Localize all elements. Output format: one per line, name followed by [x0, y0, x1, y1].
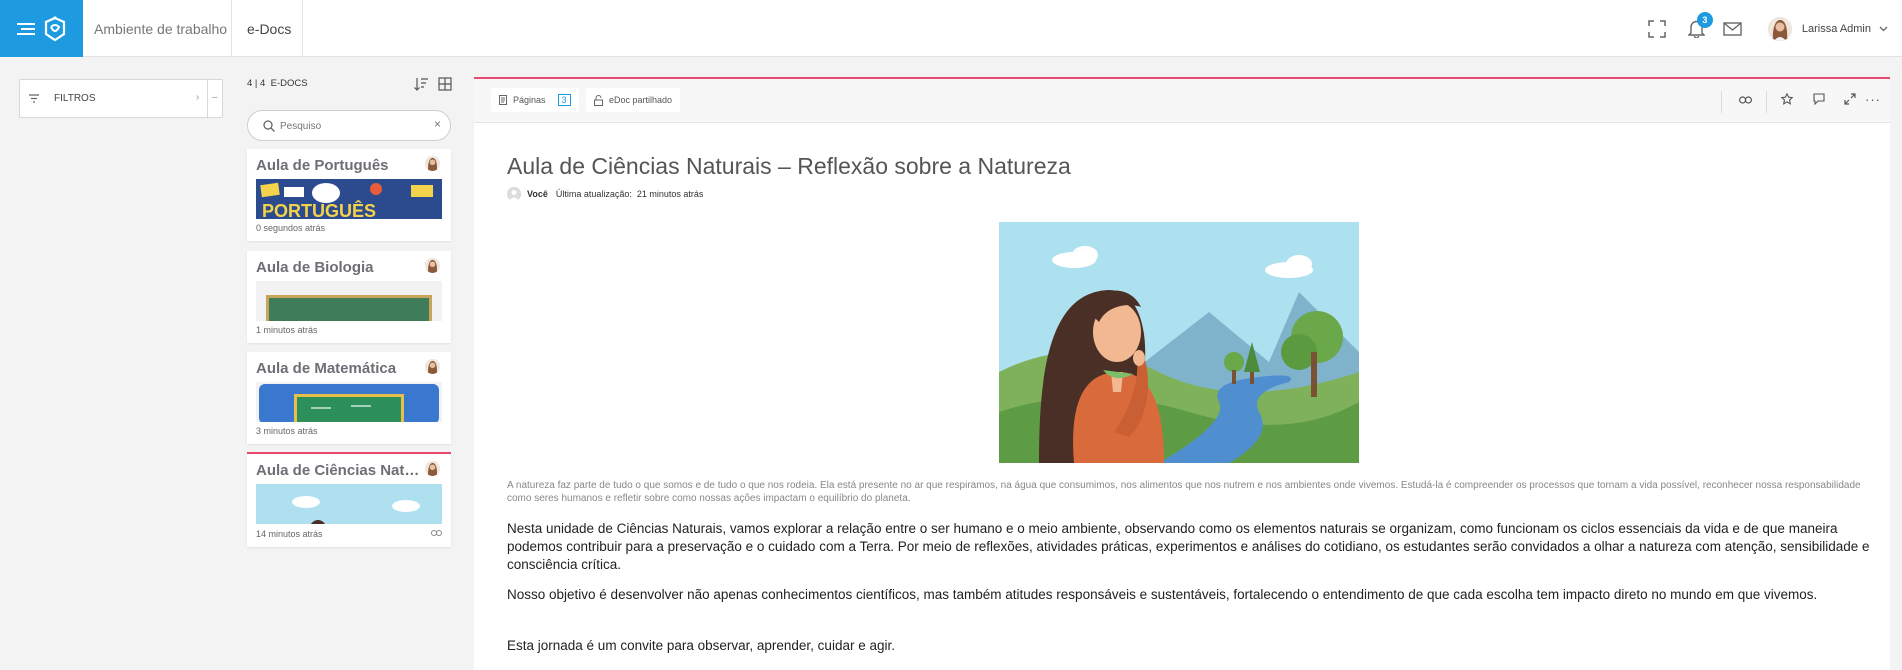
main-menu-button[interactable]	[0, 0, 83, 57]
mail-icon[interactable]	[1723, 21, 1742, 36]
document-toolbar: Páginas 3 eDoc partilhado ···	[474, 79, 1890, 123]
filter-icon	[29, 94, 39, 103]
top-actions: 3 Larissa Admin	[1648, 0, 1902, 57]
user-name[interactable]: Larissa Admin	[1802, 23, 1871, 35]
notifications-button[interactable]: 3	[1687, 12, 1713, 38]
edoc-card[interactable]: Aula de Português PORTUGUÊS 0 segundos a…	[247, 149, 451, 241]
search-input[interactable]	[280, 118, 420, 134]
author-avatar	[425, 156, 440, 171]
collapse-icon[interactable]: –	[212, 92, 218, 103]
edoc-card-time: 1 minutos atrás	[256, 325, 318, 335]
toolbar-divider	[1766, 91, 1767, 113]
document-meta: Você Última atualização: 21 minutos atrá…	[507, 187, 703, 201]
breadcrumb-section[interactable]: e-Docs	[247, 0, 291, 57]
unlock-icon	[594, 94, 603, 106]
edoc-card-selected[interactable]: Aula de Ciências Naturais – Reflexão sob…	[247, 452, 451, 547]
document-author: Você	[527, 189, 548, 199]
link-icon[interactable]	[1739, 95, 1752, 105]
fullscreen-icon[interactable]	[1648, 19, 1666, 38]
search-icon	[263, 120, 275, 132]
svg-text:PORTUGUÊS: PORTUGUÊS	[262, 200, 376, 219]
toolbar-divider	[1721, 91, 1722, 113]
filters-divider	[207, 80, 208, 117]
edoc-card-time: 14 minutos atrás	[256, 529, 323, 539]
author-avatar	[425, 359, 440, 374]
comment-icon[interactable]	[1813, 93, 1825, 105]
breadcrumb-divider	[231, 0, 232, 57]
body-paragraph: Nesta unidade de Ciências Naturais, vamo…	[507, 521, 1870, 572]
author-avatar	[507, 187, 521, 201]
edoc-card-time: 3 minutos atrás	[256, 426, 318, 436]
pages-label: Páginas	[513, 95, 546, 105]
clear-search-icon[interactable]: ×	[434, 117, 441, 131]
updated-value: 21 minutos atrás	[636, 189, 704, 199]
grid-view-icon[interactable]	[438, 77, 452, 91]
updated-label: Última atualização:	[555, 189, 632, 199]
filters-label: FILTROS	[54, 93, 96, 104]
expand-icon[interactable]	[1844, 93, 1856, 105]
hamburger-icon	[16, 22, 35, 35]
search-box[interactable]: ×	[247, 110, 451, 141]
document-illustration	[999, 222, 1359, 463]
list-count-value: 4 | 4	[247, 78, 266, 89]
list-count-label: E-DOCS	[270, 78, 308, 89]
edoc-card-title: Aula de Biologia	[256, 259, 374, 276]
edoc-thumbnail	[256, 382, 442, 422]
body-paragraph: Esta jornada é um convite para observar,…	[507, 638, 895, 653]
user-avatar[interactable]	[1767, 16, 1792, 41]
pages-chip[interactable]: Páginas 3	[491, 88, 579, 112]
filters-panel[interactable]: FILTROS › –	[19, 79, 223, 118]
page-icon	[499, 95, 507, 105]
edoc-thumbnail: PORTUGUÊS	[256, 179, 442, 219]
shared-label: eDoc partilhado	[609, 95, 673, 105]
more-options-icon[interactable]: ···	[1865, 92, 1881, 107]
body-paragraph: Nosso objetivo é desenvolver não apenas …	[507, 587, 1818, 602]
edoc-card-title: Aula de Português	[256, 157, 389, 174]
edoc-thumbnail	[256, 484, 442, 524]
edoc-card-title: Aula de Matemática	[256, 360, 397, 377]
chevron-down-icon[interactable]	[1879, 26, 1888, 32]
edoc-card[interactable]: Aula de Matemática 3 minutos atrás	[247, 352, 451, 444]
edoc-card[interactable]: Aula de Biologia 1 minutos atrás	[247, 251, 451, 343]
top-bar: Ambiente de trabalho e-Docs 3 Larissa Ad…	[0, 0, 1902, 57]
document-panel: Páginas 3 eDoc partilhado ··· Aula de Ci…	[474, 77, 1890, 670]
document-title: Aula de Ciências Naturais – Reflexão sob…	[507, 153, 1071, 179]
sort-icon[interactable]	[414, 77, 429, 91]
breadcrumb-divider	[302, 0, 303, 57]
intro-paragraph: A natureza faz parte de tudo o que somos…	[507, 480, 1861, 504]
star-icon[interactable]	[1781, 93, 1793, 105]
list-count: 4 | 4 E-DOCS	[247, 78, 308, 89]
author-avatar	[425, 258, 440, 273]
notification-count-badge: 3	[1696, 12, 1713, 28]
pages-count: 3	[557, 94, 571, 106]
chevron-right-icon[interactable]: ›	[196, 92, 199, 103]
shared-status-chip[interactable]: eDoc partilhado	[586, 88, 681, 112]
app-logo-icon	[44, 15, 65, 41]
edoc-thumbnail	[256, 281, 442, 321]
edoc-card-time: 0 segundos atrás	[256, 223, 326, 233]
edoc-card-title: Aula de Ciências Naturais – Reflexão sob…	[256, 462, 424, 479]
shared-link-icon	[431, 529, 442, 537]
breadcrumb-workspace[interactable]: Ambiente de trabalho	[94, 0, 227, 57]
author-avatar	[425, 461, 440, 476]
